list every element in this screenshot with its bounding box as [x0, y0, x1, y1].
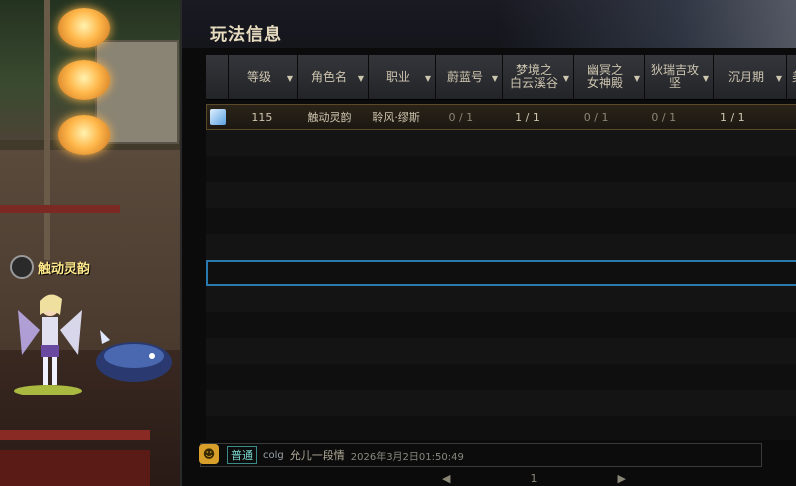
- emoji-face-icon[interactable]: ☻: [199, 444, 219, 464]
- column-header-label: 梦境之 白云溪谷: [509, 63, 558, 90]
- character-nameplate: 触动灵韵: [10, 255, 90, 279]
- table-cell-c1: 0 / 1: [448, 110, 474, 124]
- column-header[interactable]: 梦境之 白云溪谷 ▼: [503, 55, 574, 99]
- guild-badge-icon: [10, 255, 34, 279]
- pagination: ◀ 1 ▶: [442, 472, 626, 485]
- table-cell-name: 触动灵韵: [307, 111, 352, 124]
- column-header-label: 狄瑞吉攻坚: [650, 63, 699, 90]
- table-row[interactable]: [206, 416, 796, 440]
- pet-companion[interactable]: [92, 320, 177, 390]
- column-header-label: 蔚蓝号: [446, 69, 483, 84]
- table-row[interactable]: [206, 130, 796, 156]
- lantern-pole: [44, 0, 50, 260]
- sort-arrow-icon[interactable]: ▼: [358, 72, 364, 85]
- chat-timestamp: 2026年3月2日01:50:49: [350, 451, 464, 463]
- gameplay-table: 等级 ▼ 角色名 ▼ 职业 ▼ 蔚蓝号 ▼ 梦境之白云溪谷 ▼ 幽冥之女神殿 ▼ 狄瑞吉攻坚 ▼ 沉月期 ▼ 美…: [206, 55, 796, 440]
- table-row[interactable]: [206, 234, 796, 260]
- table-row[interactable]: 115 触动灵韵 聆风·缪斯 0 / 1 1 / 1 0 / 1 0 / 1 1 / 1: [206, 104, 796, 130]
- table-row[interactable]: [206, 286, 796, 312]
- table-row[interactable]: [206, 312, 796, 338]
- next-page-icon[interactable]: ▶: [617, 472, 625, 485]
- column-header[interactable]: 幽冥之 女神殿 ▼: [574, 55, 645, 99]
- column-header[interactable]: 职业 ▼: [369, 55, 436, 99]
- scene-railing: [0, 205, 120, 213]
- table-header: 等级 ▼ 角色名 ▼ 职业 ▼ 蔚蓝号 ▼ 梦境之白云溪谷 ▼ 幽冥之女神殿 ▼ 狄瑞吉攻坚 ▼ 沉月期 ▼ 美: [206, 55, 796, 100]
- table-row[interactable]: [206, 208, 796, 234]
- table-row[interactable]: [206, 364, 796, 390]
- chat-line[interactable]: ☻ 普通 colg 允儿一段情 2026年3月2日01:50:49: [199, 443, 762, 467]
- column-header[interactable]: 角色名 ▼: [298, 55, 369, 99]
- character-icon: [207, 104, 229, 130]
- sort-arrow-icon[interactable]: ▼: [492, 72, 498, 85]
- chat-message: 允儿一段情: [289, 449, 345, 462]
- character-name: 触动灵韵: [38, 261, 91, 277]
- column-header[interactable]: 沉月期 ▼: [714, 55, 787, 99]
- chat-username[interactable]: colg: [263, 450, 284, 461]
- column-header-label: 职业: [385, 69, 410, 84]
- game-scene: 触动灵韵: [0, 0, 190, 486]
- table-row[interactable]: [206, 390, 796, 416]
- lantern-icon: [58, 115, 110, 155]
- current-page: 1: [530, 472, 538, 485]
- panel-title: 玩法信息: [210, 25, 282, 45]
- column-header-label: 等级: [246, 69, 271, 84]
- table-row[interactable]: [206, 182, 796, 208]
- table-row[interactable]: [206, 338, 796, 364]
- table-row[interactable]: [206, 156, 796, 182]
- scene-railing: [0, 450, 150, 486]
- player-character[interactable]: [10, 285, 90, 395]
- gameplay-info-panel: 玩法信息 等级 ▼ 角色名 ▼ 职业 ▼ 蔚蓝号 ▼ 梦境之 白云溪谷 ▼ 幽冥之 女神殿 ▼ 狄瑞吉攻坚 ▼…: [180, 0, 796, 486]
- column-header-label: 幽冥之 女神殿: [586, 63, 623, 90]
- scene-railing: [0, 430, 150, 440]
- prev-page-icon[interactable]: ◀: [442, 472, 450, 485]
- column-header[interactable]: 蔚蓝号 ▼: [436, 55, 503, 99]
- column-header-label: 美: [792, 70, 796, 84]
- sort-arrow-icon[interactable]: ▼: [703, 72, 709, 85]
- table-cell-c5: 1 / 1: [719, 110, 745, 124]
- column-header: [206, 55, 229, 99]
- table-cell-job: 聆风·缪斯: [372, 111, 420, 124]
- column-header-label: 角色名: [310, 69, 347, 84]
- sort-arrow-icon[interactable]: ▼: [425, 72, 431, 85]
- table-cell: [768, 104, 796, 130]
- lantern-icon: [58, 60, 110, 100]
- sort-arrow-icon[interactable]: ▼: [634, 72, 640, 85]
- sort-arrow-icon[interactable]: ▼: [563, 72, 569, 85]
- table-cell-c2: 1 / 1: [515, 110, 540, 124]
- table-cell-level: 115: [251, 110, 273, 124]
- chat-channel-badge[interactable]: 普通: [227, 446, 257, 464]
- column-header[interactable]: 等级 ▼: [229, 55, 298, 99]
- column-header[interactable]: 狄瑞吉攻坚 ▼: [645, 55, 714, 99]
- sort-arrow-icon[interactable]: ▼: [287, 72, 293, 85]
- table-row[interactable]: [206, 260, 796, 286]
- panel-header: 玩法信息: [182, 0, 796, 48]
- table-cell-c3: 0 / 1: [583, 110, 609, 124]
- character-icon: [209, 109, 226, 125]
- sort-arrow-icon[interactable]: ▼: [776, 72, 782, 85]
- table-body: 115 触动灵韵 聆风·缪斯 0 / 1 1 / 1 0 / 1 0 / 1 1 / 1: [206, 104, 796, 440]
- table-cell-c4: 0 / 1: [651, 110, 677, 124]
- header-decoration: [498, 0, 796, 48]
- lantern-icon: [58, 8, 110, 48]
- column-header: 美: [787, 55, 796, 99]
- column-header-label: 沉月期: [727, 69, 764, 84]
